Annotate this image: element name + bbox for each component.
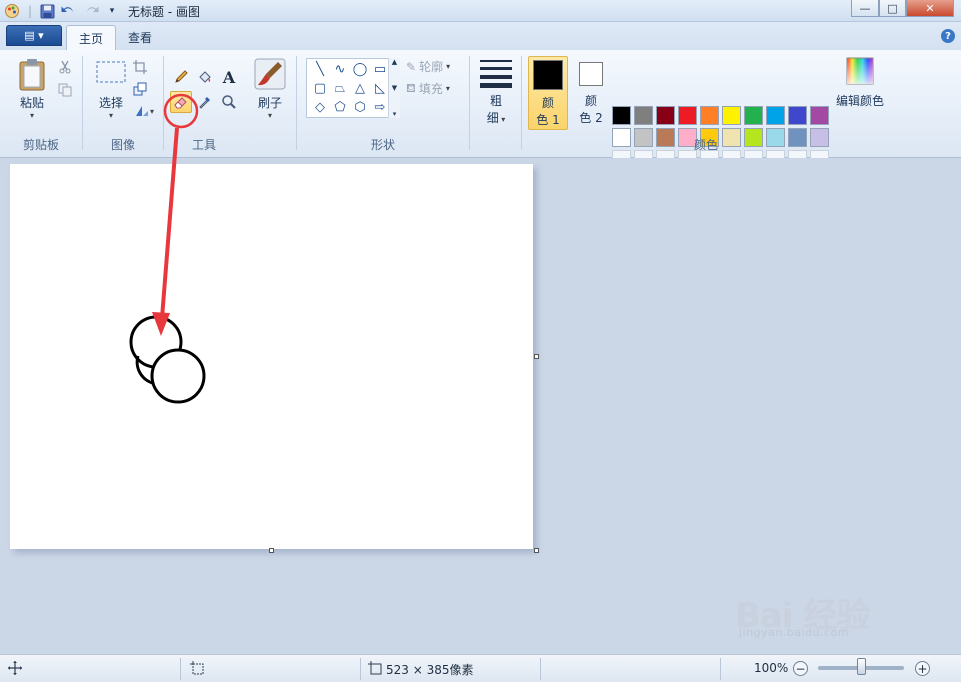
status-divider [720,658,721,680]
zoom-level-text: 100% [754,661,789,675]
zoom-out-button[interactable]: − [793,661,808,676]
status-divider [540,658,541,680]
selection-size-icon [190,661,204,678]
tutorial-annotation [152,93,199,336]
pointer-arrow-head [152,312,170,336]
canvas-size-text: 523 × 385像素 [386,663,474,677]
status-divider [180,658,181,680]
cursor-position-icon [8,661,22,678]
zoom-in-button[interactable]: + [915,661,930,676]
watermark-sub-text: jingyan.baidu.com [739,626,850,639]
status-divider [360,658,361,680]
canvas-size-icon [368,661,382,678]
highlight-circle [163,93,199,129]
paint-window: | ▾ 无标题 - 画图 — □ ✕ ▤ ▾ 主页 查看 ? 粘贴 ▾ 剪贴板 … [0,0,961,682]
status-bar: 523 × 385像素 100% − + [0,654,961,682]
pointer-arrow-shaft [160,127,179,319]
zoom-slider-thumb[interactable] [857,658,866,675]
baidu-watermark: Bai 经验 jingyan.baidu.com [735,582,935,639]
